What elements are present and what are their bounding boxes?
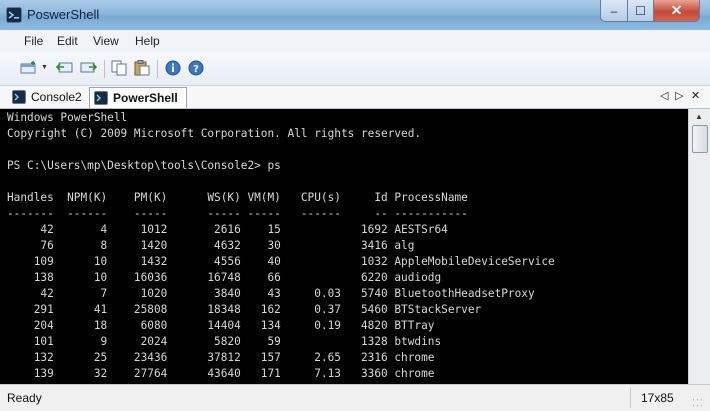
- menu-view[interactable]: View: [93, 34, 119, 48]
- status-divider: [630, 388, 631, 408]
- settings-icon[interactable]: [165, 60, 181, 76]
- minimize-icon: ‒: [610, 3, 618, 18]
- console-line: 42 4 1012 2616 15 1692 AESTSr64: [7, 223, 448, 236]
- vertical-scrollbar[interactable]: ▲: [688, 109, 710, 384]
- tab-powershell[interactable]: PowerShell: [89, 87, 187, 108]
- menu-help[interactable]: Help: [135, 34, 160, 48]
- menu-file[interactable]: File: [24, 34, 43, 48]
- close-button[interactable]: ✕: [653, 0, 700, 22]
- scroll-tabs-right-icon[interactable]: ▷: [675, 89, 683, 102]
- tab-label: Console2: [31, 90, 82, 104]
- toolbar-separator: [104, 60, 105, 78]
- console-line: 76 8 1420 4632 30 3416 alg: [7, 239, 415, 252]
- console-line: 109 10 1432 4556 40 1032 AppleMobileDevi…: [7, 255, 555, 268]
- toolbar: ▼ ?: [0, 52, 710, 86]
- console-line: 42 7 1020 3840 43 0.03 5740 BluetoothHea…: [7, 287, 535, 300]
- maximize-button[interactable]: ☐: [627, 0, 654, 22]
- console-line: 132 25 23436 37812 157 2.65 2316 chrome: [7, 351, 435, 364]
- console-line: 101 9 2024 5820 59 1328 btwdins: [7, 335, 442, 348]
- console-line: ------- ------ ----- ----- ----- ------ …: [7, 207, 468, 220]
- console-line: PS C:\Users\mp\Desktop\tools\Console2> p…: [7, 159, 281, 172]
- console-app-icon: [6, 7, 22, 23]
- scrollbar-thumb[interactable]: [692, 125, 708, 153]
- svg-text:?: ?: [193, 64, 199, 75]
- menu-edit[interactable]: Edit: [57, 34, 78, 48]
- window-title: PoswerShell: [27, 7, 100, 22]
- app-window: PoswerShell ‒ ☐ ✕ File Edit View Help ▼: [0, 0, 710, 411]
- status-bar: Ready 17x85 ‧‧‧ ‧‧‧: [0, 384, 710, 411]
- console-line: 138 10 16036 16748 66 6220 audiodg: [7, 271, 442, 284]
- console-size: 17x85: [641, 391, 674, 405]
- console-line: Handles NPM(K) PM(K) WS(K) VM(M) CPU(s) …: [7, 191, 468, 204]
- minimize-button[interactable]: ‒: [600, 0, 628, 22]
- tab-bar: Console2 PowerShell ◁ ▷ ✕: [0, 86, 710, 109]
- dropdown-arrow-icon[interactable]: ▼: [41, 64, 48, 71]
- scroll-tabs-left-icon[interactable]: ◁: [660, 89, 668, 102]
- console-text: Windows PowerShell Copyright (C) 2009 Mi…: [0, 109, 688, 382]
- console-tab-icon: [12, 90, 26, 104]
- console-line: Copyright (C) 2009 Microsoft Corporation…: [7, 127, 422, 140]
- console-line: 204 18 6080 14404 134 0.19 4820 BTTray: [7, 319, 435, 332]
- scroll-up-icon[interactable]: ▲: [695, 112, 703, 121]
- menu-bar: File Edit View Help: [0, 30, 710, 52]
- new-tab-icon[interactable]: [20, 60, 38, 76]
- console-line: 139 32 27764 43640 171 7.13 3360 chrome: [7, 367, 435, 380]
- close-icon: ✕: [670, 2, 683, 18]
- console-tab-icon: [94, 91, 108, 105]
- toolbar-separator: [157, 60, 158, 78]
- tab-console2[interactable]: Console2: [8, 87, 88, 107]
- close-tab-icon[interactable]: ✕: [691, 89, 700, 102]
- console-line: 291 41 25808 18348 162 0.37 5460 BTStack…: [7, 303, 482, 316]
- console-line: Windows PowerShell: [7, 111, 128, 124]
- status-text: Ready: [7, 391, 42, 405]
- tab-label: PowerShell: [113, 91, 178, 105]
- copy-icon[interactable]: [111, 60, 128, 76]
- previous-tab-icon[interactable]: [56, 60, 74, 76]
- maximize-icon: ☐: [635, 3, 646, 18]
- console-output[interactable]: Windows PowerShell Copyright (C) 2009 Mi…: [0, 109, 688, 384]
- help-icon[interactable]: ?: [188, 60, 204, 76]
- title-bar[interactable]: PoswerShell ‒ ☐ ✕: [0, 0, 710, 30]
- paste-icon[interactable]: [134, 60, 151, 76]
- resize-grip-icon[interactable]: ‧‧‧ ‧‧‧: [692, 396, 706, 411]
- next-tab-icon[interactable]: [79, 60, 97, 76]
